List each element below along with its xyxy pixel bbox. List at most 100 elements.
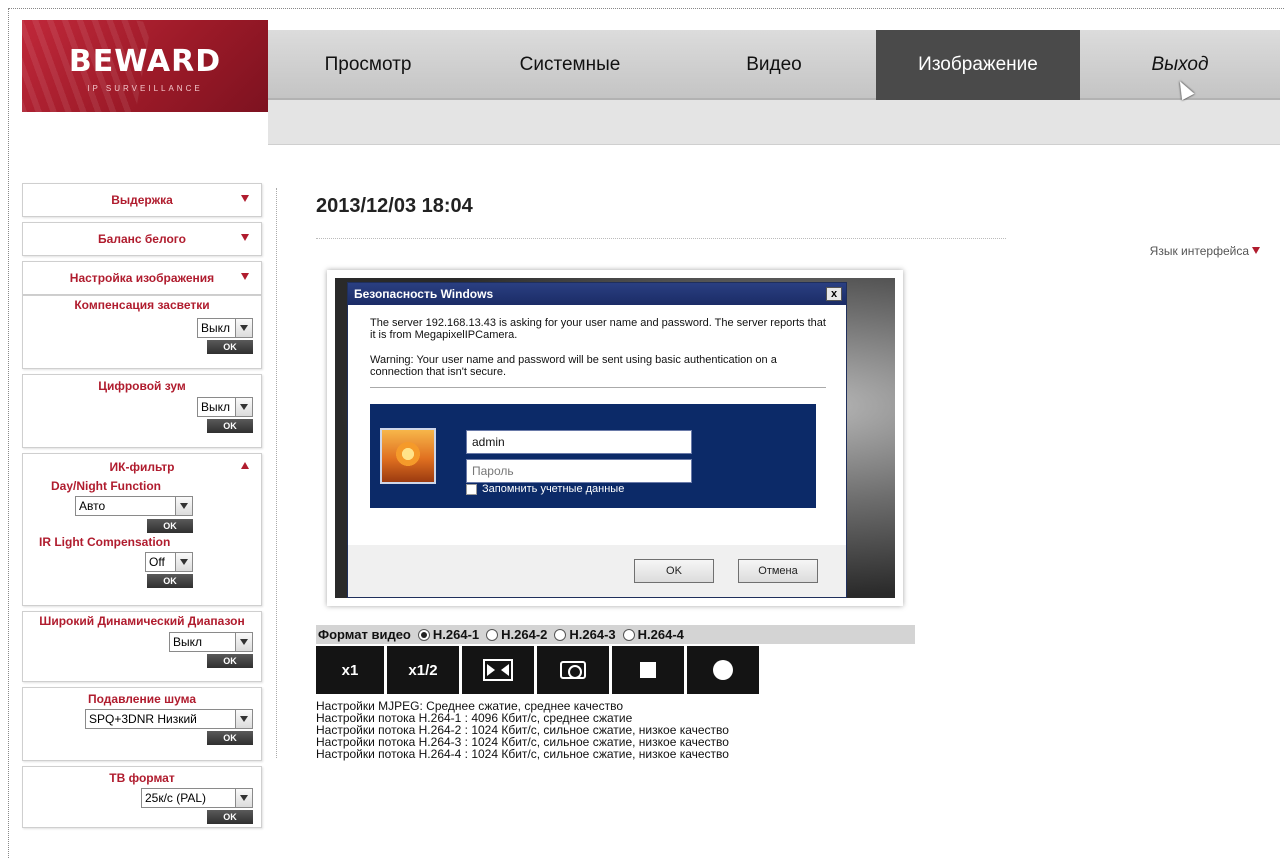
nav-view[interactable]: Просмотр [268, 30, 468, 100]
settings-sidebar: Выдержка Баланс белого Настройка изображ… [22, 183, 262, 833]
tv-format-ok-button[interactable]: OK [207, 810, 253, 824]
zoom-half-button[interactable]: x1/2 [387, 646, 459, 694]
username-field[interactable]: admin [466, 430, 692, 454]
logo-subtext: IP SURVEILLANCE [87, 84, 203, 93]
dialog-message: The server 192.168.13.43 is asking for y… [370, 317, 826, 341]
wdr-label: Широкий Динамический Диапазон [39, 614, 245, 628]
section-image-settings[interactable]: Настройка изображения [22, 261, 262, 295]
white-balance-label: Баланс белого [98, 232, 186, 246]
fit-icon [483, 659, 513, 681]
chevron-down-icon [235, 398, 252, 416]
backlight-select[interactable]: Выкл [197, 318, 253, 338]
wdr-ok-button[interactable]: OK [207, 654, 253, 668]
radio-h264-3[interactable] [554, 628, 567, 641]
wdr-value: Выкл [173, 635, 203, 649]
credential-panel: admin Пароль Запомнить учетные данные [370, 404, 816, 508]
exposure-label: Выдержка [111, 193, 173, 207]
backlight-value: Выкл [201, 321, 231, 335]
expand-arrow-icon [241, 273, 249, 280]
nav-video[interactable]: Видео [672, 30, 876, 100]
noise-label: Подавление шума [88, 692, 196, 706]
tv-format-select[interactable]: 25к/с (PAL) [141, 788, 253, 808]
digital-zoom-value: Выкл [201, 400, 231, 414]
tv-format-value: 25к/с (PAL) [145, 791, 207, 805]
digital-zoom-label: Цифровой зум [98, 379, 186, 393]
option-h264-1: H.264-1 [432, 627, 480, 642]
section-ir-filter: ИК-фильтр Day/Night Function Авто OK IR … [22, 453, 262, 606]
tv-format-label: ТВ формат [109, 771, 175, 785]
radio-h264-4[interactable] [622, 628, 635, 641]
white-balance-header[interactable]: Баланс белого [23, 223, 261, 255]
main-nav: Просмотр Системные Видео Изображение Вых… [268, 30, 1280, 100]
section-noise-reduction: Подавление шума SPQ+3DNR Низкий OK [22, 687, 262, 761]
zoom-x1-button[interactable]: x1 [316, 646, 384, 694]
dialog-separator [370, 387, 826, 388]
digital-zoom-ok-button[interactable]: OK [207, 419, 253, 433]
fit-window-button[interactable] [462, 646, 534, 694]
remember-checkbox[interactable]: Запомнить учетные данные [466, 483, 624, 495]
dialog-warning: Warning: Your user name and password wil… [370, 354, 777, 378]
digital-zoom-select[interactable]: Выкл [197, 397, 253, 417]
video-format-bar: Формат видео H.264-1 H.264-2 H.264-3 H.2… [316, 625, 915, 644]
page-datetime: 2013/12/03 18:04 [316, 195, 473, 217]
ir-filter-label[interactable]: ИК-фильтр [23, 460, 261, 474]
radio-h264-2[interactable] [486, 628, 499, 641]
password-field[interactable]: Пароль [466, 459, 692, 483]
exposure-header[interactable]: Выдержка [23, 184, 261, 216]
chevron-down-icon [235, 789, 252, 807]
nav-subbar [268, 100, 1280, 145]
dialog-ok-button[interactable]: OK [634, 559, 714, 583]
noise-value: SPQ+3DNR Низкий [89, 712, 197, 726]
noise-select[interactable]: SPQ+3DNR Низкий [85, 709, 253, 729]
record-button[interactable] [687, 646, 759, 694]
dialog-body: The server 192.168.13.43 is asking for y… [348, 305, 846, 545]
language-label: Язык интерфейса [1149, 244, 1249, 258]
snapshot-button[interactable] [537, 646, 609, 694]
dialog-titlebar[interactable]: Безопасность Windows x [348, 283, 846, 305]
divider [316, 238, 1006, 239]
remember-label: Запомнить учетные данные [482, 483, 625, 495]
collapse-arrow-icon[interactable] [241, 462, 249, 469]
checkbox-icon [466, 483, 477, 495]
section-exposure[interactable]: Выдержка [22, 183, 262, 217]
wdr-select[interactable]: Выкл [169, 632, 253, 652]
image-settings-label: Настройка изображения [69, 271, 215, 285]
dialog-footer: OK Отмена [348, 545, 846, 597]
ir-comp-select[interactable]: Off [145, 552, 193, 572]
video-controls: x1 x1/2 [316, 646, 759, 694]
close-icon[interactable]: x [826, 287, 842, 301]
stop-icon [640, 662, 656, 678]
day-night-ok-button[interactable]: OK [147, 519, 193, 533]
backlight-label: Компенсация засветки [74, 298, 210, 312]
noise-ok-button[interactable]: OK [207, 731, 253, 745]
image-settings-header[interactable]: Настройка изображения [23, 262, 261, 294]
radio-h264-1[interactable] [417, 628, 430, 641]
expand-arrow-icon [241, 234, 249, 241]
ir-comp-label: IR Light Compensation [39, 535, 171, 549]
camera-icon [560, 661, 586, 679]
chevron-down-icon [235, 633, 252, 651]
chevron-down-icon [235, 319, 252, 337]
dialog-title: Безопасность Windows [354, 287, 494, 301]
day-night-label: Day/Night Function [51, 479, 161, 493]
nav-system[interactable]: Системные [468, 30, 672, 100]
chevron-down-icon [235, 710, 252, 728]
day-night-select[interactable]: Авто [75, 496, 193, 516]
stop-button[interactable] [612, 646, 684, 694]
dialog-cancel-button[interactable]: Отмена [738, 559, 818, 583]
ir-comp-ok-button[interactable]: OK [147, 574, 193, 588]
windows-security-dialog: Безопасность Windows x The server 192.16… [347, 282, 847, 598]
chevron-down-icon [175, 553, 192, 571]
backlight-ok-button[interactable]: OK [207, 340, 253, 354]
section-wdr: Широкий Динамический Диапазон Выкл OK [22, 611, 262, 682]
beward-logo[interactable]: BEWARD IP SURVEILLANCE [22, 20, 268, 112]
section-digital-zoom: Цифровой зум Выкл OK [22, 374, 262, 448]
dropdown-arrow-icon [1252, 247, 1260, 254]
nav-image[interactable]: Изображение [876, 30, 1080, 100]
section-white-balance[interactable]: Баланс белого [22, 222, 262, 256]
option-h264-3: H.264-3 [569, 627, 616, 642]
sidebar-divider [276, 188, 277, 758]
language-selector[interactable]: Язык интерфейса [1150, 244, 1260, 258]
stream-h264-4: Настройки потока H.264-4 : 1024 Кбит/с, … [316, 747, 729, 761]
logo-text: BEWARD [68, 44, 222, 79]
